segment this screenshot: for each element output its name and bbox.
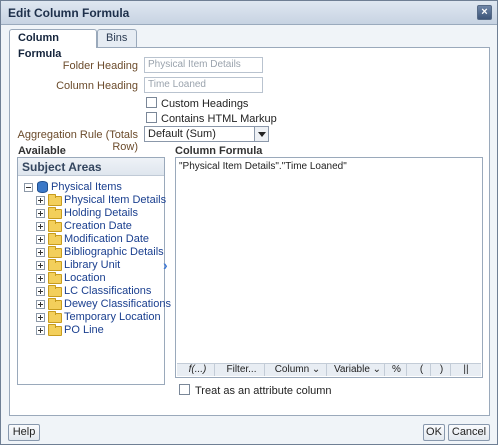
subject-area-icon — [37, 181, 48, 193]
tree-item-label: Holding Details — [64, 207, 138, 219]
tab-bins[interactable]: Bins — [97, 29, 137, 47]
folder-heading-field[interactable]: Physical Item Details — [144, 57, 263, 73]
tree-item-label: Physical Item Details — [64, 194, 167, 206]
column-heading-label: Column Heading — [56, 80, 138, 92]
expand-icon[interactable] — [36, 261, 45, 270]
tree-item-label: Location — [64, 272, 106, 284]
treat-attribute-label: Treat as an attribute column — [195, 385, 332, 397]
close-paren-button[interactable]: ) — [433, 364, 451, 376]
html-markup-checkbox[interactable] — [146, 112, 157, 123]
chevron-down-icon[interactable] — [254, 127, 268, 141]
cancel-button[interactable]: Cancel — [448, 424, 490, 441]
percent-button[interactable]: % — [387, 364, 407, 376]
tree-item-label: PO Line — [64, 324, 104, 336]
tree-item[interactable]: PO Line — [36, 324, 162, 337]
title-bar[interactable]: Edit Column Formula × — [1, 1, 497, 25]
insert-arrow-icon[interactable]: › — [163, 257, 168, 273]
column-button[interactable]: Column ⌄ — [269, 364, 327, 376]
tree-item[interactable]: Holding Details — [36, 207, 162, 220]
tree-item[interactable]: Library Unit — [36, 259, 162, 272]
treat-attribute-checkbox[interactable] — [179, 384, 190, 395]
formula-text[interactable]: "Physical Item Details"."Time Loaned" — [179, 161, 347, 172]
tree-item-label: Bibliographic Details — [64, 246, 164, 258]
dialog-footer: Help OK Cancel — [1, 420, 497, 444]
ok-button[interactable]: OK — [423, 424, 445, 441]
collapse-icon[interactable] — [24, 183, 33, 192]
expand-icon[interactable] — [36, 196, 45, 205]
custom-headings-label: Custom Headings — [161, 98, 249, 110]
expand-icon[interactable] — [36, 313, 45, 322]
expand-icon[interactable] — [36, 235, 45, 244]
folder-icon — [48, 272, 62, 284]
edit-column-formula-dialog: Edit Column Formula × Column Formula Bin… — [0, 0, 498, 445]
tree-item-label: Library Unit — [64, 259, 121, 271]
open-paren-button[interactable]: ( — [413, 364, 431, 376]
formula-toolbar: f(...) Filter... Column ⌄ Variable ⌄ % (… — [177, 363, 481, 376]
folder-icon — [48, 207, 62, 219]
filter-button[interactable]: Filter... — [219, 364, 265, 376]
folder-icon — [48, 259, 62, 271]
tree-item-label: Modification Date — [64, 233, 149, 245]
tree-item[interactable]: LC Classifications — [36, 285, 162, 298]
variable-button[interactable]: Variable ⌄ — [331, 364, 385, 376]
dialog-title: Edit Column Formula — [8, 6, 130, 20]
concat-button[interactable]: || — [457, 364, 475, 376]
available-heading: Available — [18, 145, 66, 157]
tree-item-label: Creation Date — [64, 220, 132, 232]
tree-item[interactable]: Bibliographic Details — [36, 246, 164, 259]
column-formula-heading: Column Formula — [175, 145, 263, 157]
folder-icon — [48, 298, 62, 310]
tree-item[interactable]: Dewey Classifications — [36, 298, 171, 311]
column-heading-field[interactable]: Time Loaned — [144, 77, 263, 93]
tree-item[interactable]: Physical Item Details — [36, 194, 166, 207]
folder-icon — [48, 324, 62, 336]
tab-column-formula[interactable]: Column Formula — [9, 29, 97, 60]
subject-areas-title: Subject Areas — [18, 158, 164, 176]
folder-icon — [48, 246, 62, 258]
tree-item-label: LC Classifications — [64, 285, 152, 297]
formula-editor[interactable]: "Physical Item Details"."Time Loaned" f(… — [175, 157, 483, 378]
aggregation-rule-select[interactable]: Default (Sum) — [144, 126, 269, 142]
custom-headings-checkbox[interactable] — [146, 97, 157, 108]
folder-icon — [48, 285, 62, 297]
html-markup-label: Contains HTML Markup — [161, 113, 277, 125]
subject-areas-panel: Subject Areas Physical Items Physical It… — [17, 157, 171, 385]
function-button[interactable]: f(...) — [181, 364, 215, 376]
tree-item[interactable]: Modification Date — [36, 233, 162, 246]
tree-item[interactable]: Location — [36, 272, 162, 285]
aggregation-rule-value: Default (Sum) — [148, 128, 216, 140]
tree-root-label: Physical Items — [51, 181, 122, 193]
close-icon[interactable]: × — [477, 5, 492, 20]
tree-item-label: Dewey Classifications — [64, 298, 171, 310]
expand-icon[interactable] — [36, 222, 45, 231]
folder-icon — [48, 311, 62, 323]
tab-panel: Folder Heading Physical Item Details Col… — [9, 47, 490, 416]
tree-item-label: Temporary Location — [64, 311, 161, 323]
expand-icon[interactable] — [36, 274, 45, 283]
expand-icon[interactable] — [36, 209, 45, 218]
expand-icon[interactable] — [36, 300, 45, 309]
expand-icon[interactable] — [36, 287, 45, 296]
expand-icon[interactable] — [36, 326, 45, 335]
folder-icon — [48, 233, 62, 245]
folder-icon — [48, 220, 62, 232]
expand-icon[interactable] — [36, 248, 45, 257]
folder-icon — [48, 194, 62, 206]
tree-item[interactable]: Creation Date — [36, 220, 162, 233]
help-button[interactable]: Help — [8, 424, 40, 441]
tree-item[interactable]: Temporary Location — [36, 311, 162, 324]
tree-root-physical-items[interactable]: Physical Items — [24, 181, 160, 194]
